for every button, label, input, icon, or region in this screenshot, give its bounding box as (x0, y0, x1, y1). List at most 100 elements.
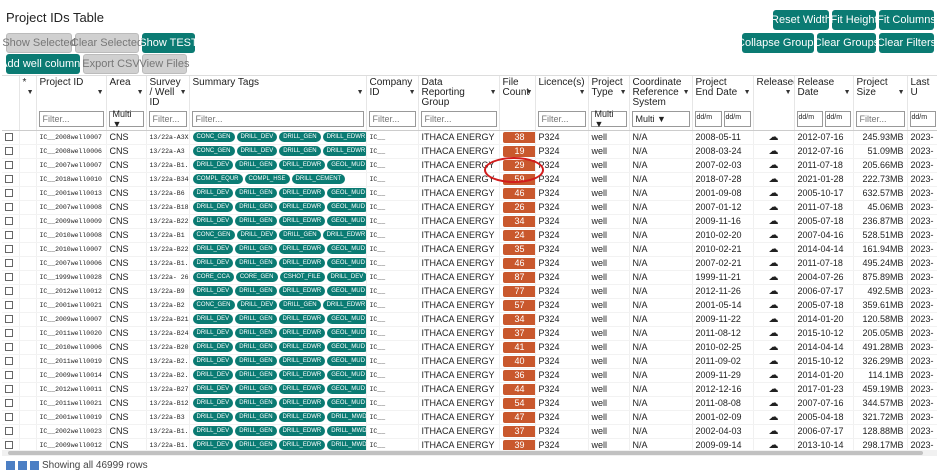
cloud-download-icon[interactable]: ☁ (769, 174, 779, 185)
summary-tag[interactable]: GEOL_MUD (327, 244, 365, 255)
summary-tag[interactable]: DRILL_EDWR (278, 342, 326, 353)
row-checkbox[interactable] (5, 147, 13, 156)
summary-tag[interactable]: CORE_CCA (192, 272, 234, 283)
end-date-from[interactable]: dd/m⁠ (694, 110, 722, 127)
summary-tag[interactable]: DRILL_DEV (192, 384, 234, 395)
file-count-badge[interactable]: 57 (502, 299, 534, 311)
summary-tag[interactable]: COMPL_EQUR (192, 174, 243, 185)
scrollbar-thumb[interactable] (8, 451, 923, 455)
table-row[interactable]: IC__2009well0007 CNS 13/22a-B21 DRILL_DEV DR… (2, 312, 937, 327)
summary-tag[interactable]: DRILL_GEN (279, 230, 321, 241)
summary-tag[interactable]: DRILL_DEV (192, 244, 234, 255)
cloud-download-icon[interactable]: ☁ (769, 300, 779, 311)
table-row[interactable]: IC__2010well0007 CNS 13/22a-B22 DRILL_DEV DR… (2, 242, 937, 257)
summary-tag[interactable]: CONC_GEN (192, 230, 235, 241)
table-row[interactable]: IC__2011well0020 CNS 13/22a-B24 DRILL_DEV DR… (2, 326, 937, 341)
row-select[interactable] (2, 256, 20, 271)
file-count-badge[interactable]: 47 (502, 411, 534, 423)
row-checkbox[interactable] (5, 175, 13, 184)
row-select[interactable] (2, 130, 20, 145)
summary-tag[interactable]: DRILL_GEN (235, 216, 277, 227)
table-row[interactable]: IC__2009well0009 CNS 13/22a-B22 DRILL_DEV DR… (2, 214, 937, 229)
row-select[interactable] (2, 298, 20, 313)
summary-tag[interactable]: DRILL_GEN (235, 286, 277, 297)
cloud-download-icon[interactable]: ☁ (769, 202, 779, 213)
summary-tag[interactable]: DRILL_DEV (236, 230, 278, 241)
row-select[interactable] (2, 214, 20, 229)
header-licences[interactable]: Licence(s) ▼ (535, 76, 589, 108)
summary-tag[interactable]: DRILL_EDWR (278, 328, 326, 339)
summary-tag[interactable]: GEOL_MUD (327, 370, 365, 381)
summary-tag[interactable]: DRILL_GEN (235, 314, 277, 325)
row-select[interactable] (2, 368, 20, 383)
summary-tag[interactable]: DRILL_GEN (235, 342, 277, 353)
cloud-download-icon[interactable]: ☁ (769, 412, 779, 423)
table-row[interactable]: IC__2001well0013 CNS 13/22a-B6 DRILL_DEV DRI… (2, 186, 937, 201)
summary-tag[interactable]: DRILL_EDWR (278, 202, 326, 213)
licences-filter[interactable] (537, 110, 586, 127)
summary-tag[interactable]: DRILL_DEV (236, 132, 278, 143)
row-select[interactable] (2, 172, 20, 187)
header-release-date[interactable]: Release Date ▼ (794, 76, 854, 108)
file-count-badge[interactable]: 24 (502, 229, 534, 241)
row-select[interactable] (2, 284, 20, 299)
file-count-badge[interactable]: 34 (502, 215, 534, 227)
clear-groups-button[interactable]: Clear Groups (814, 33, 879, 53)
summary-tag[interactable]: DRILL_GEN (235, 244, 277, 255)
cloud-download-icon[interactable]: ☁ (769, 356, 779, 367)
show-test-button[interactable]: Show TEST (139, 33, 198, 53)
file-count-badge[interactable]: 36 (502, 369, 534, 381)
file-count-badge[interactable]: 46 (502, 187, 534, 199)
data-group-filter[interactable] (420, 110, 497, 127)
row-select[interactable] (2, 242, 20, 257)
file-count-badge[interactable]: 39 (502, 439, 534, 450)
summary-tag[interactable]: DRILL_EDWR (322, 146, 365, 157)
summary-tag[interactable]: DRILL_EDWR (278, 356, 326, 367)
last-updated-from[interactable]: dd/m⁠ (909, 110, 936, 127)
file-count-badge[interactable]: 19 (502, 145, 534, 157)
cloud-download-icon[interactable]: ☁ (769, 188, 779, 199)
summary-tag[interactable]: DRILL_EDWR (278, 412, 326, 423)
cloud-download-icon[interactable]: ☁ (769, 146, 779, 157)
summary-tag[interactable]: DRILL_GEN (235, 160, 277, 171)
summary-tag[interactable]: GEOL_MUD (327, 314, 365, 325)
row-select[interactable] (2, 354, 20, 369)
summary-tag[interactable]: DRILL_EDWR (278, 426, 326, 437)
row-checkbox[interactable] (5, 315, 13, 324)
summary-tags-filter[interactable] (191, 110, 364, 127)
row-select[interactable] (2, 396, 20, 411)
row-checkbox[interactable] (5, 329, 13, 338)
summary-tag[interactable]: GEOL_MUD (327, 258, 365, 269)
summary-tag[interactable]: DRILL_MWD (327, 426, 365, 437)
table-row[interactable]: IC__2007well0006CNS13/22a-B1...DRILL_DEV… (2, 256, 937, 271)
summary-tag[interactable]: DRILL_EDWR (278, 440, 326, 450)
row-checkbox[interactable] (5, 301, 13, 310)
table-row[interactable]: IC__2011well0021 CNS 13/22a-B12 DRILL_DEV DR… (2, 396, 937, 411)
summary-tag[interactable]: CORE_GEN (235, 272, 278, 283)
header-project-id[interactable]: Project ID ▼ (36, 76, 107, 108)
summary-tag[interactable]: DRILL_CEMENT (291, 174, 346, 185)
summary-tag[interactable]: GEOL_MUD (327, 398, 365, 409)
header-project-type[interactable]: Project Type ▼ (588, 76, 630, 108)
fit-columns-button[interactable]: Fit Columns (877, 10, 936, 30)
summary-tag[interactable]: DRILL_EDWR (278, 188, 326, 199)
summary-tag[interactable]: DRILL_EDWR (322, 230, 365, 241)
row-checkbox[interactable] (5, 161, 13, 170)
row-checkbox[interactable] (5, 343, 13, 352)
summary-tag[interactable]: DRILL_GEN (235, 398, 277, 409)
summary-tag[interactable]: DRILL_EDWR (278, 258, 326, 269)
row-select[interactable] (2, 424, 20, 439)
summary-tag[interactable]: DRILL_EDWR (278, 384, 326, 395)
summary-tag[interactable]: DRILL_GEN (235, 412, 277, 423)
summary-tag[interactable]: DRILL_GEN (235, 188, 277, 199)
crs-filter-select[interactable]: Multi ▼ (631, 110, 690, 127)
file-count-badge[interactable]: 37 (502, 327, 534, 339)
company-id-filter[interactable] (368, 110, 416, 127)
summary-tag[interactable]: DRILL_GEN (235, 356, 277, 367)
summary-tag[interactable]: DRILL_GEN (279, 146, 321, 157)
file-count-badge[interactable]: 41 (502, 341, 534, 353)
row-select[interactable] (2, 326, 20, 341)
header-summary-tags[interactable]: Summary Tags ▼ (189, 76, 367, 108)
release-date-to[interactable]: dd/m⁠ (824, 110, 851, 127)
table-row[interactable]: IC__2001well0021 CNS 13/22a-B2 CONC_GEN DRIL… (2, 298, 937, 313)
